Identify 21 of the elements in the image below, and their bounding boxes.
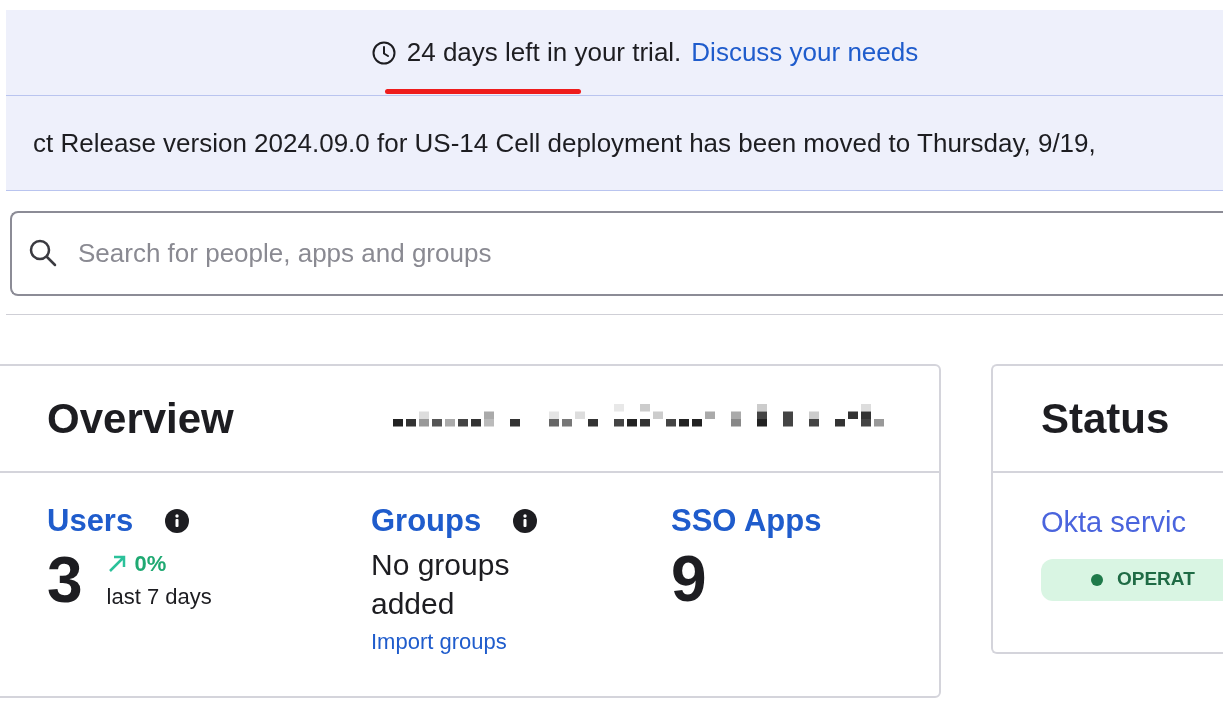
search-icon (28, 238, 58, 268)
trend-caption: last 7 days (106, 583, 212, 611)
empty-message: No groups added (371, 547, 511, 622)
service-link[interactable]: Okta servic (1041, 501, 1223, 545)
metric-link[interactable]: Groups (371, 497, 482, 545)
announcement-text: ct Release version 2024.09.0 for US-14 Cell deployment has been moved to Thursday, 9/19, (33, 126, 1096, 160)
status-text: OPERAT (1117, 567, 1195, 592)
metric-value: 3 (47, 548, 83, 612)
metric-link[interactable]: Users (47, 497, 134, 545)
info-icon[interactable] (513, 509, 538, 533)
search-field[interactable]: Search for people, apps and groups (10, 211, 1223, 296)
info-icon[interactable] (165, 509, 190, 533)
metric-link[interactable]: SSO Apps (671, 497, 822, 545)
trial-text: 24 days left in your trial. (406, 36, 682, 69)
clock-icon (370, 39, 397, 66)
discuss-needs-link[interactable]: Discuss your needs (691, 33, 919, 72)
overview-title: Overview (47, 394, 234, 444)
import-groups-link[interactable]: Import groups (371, 625, 507, 658)
status-title: Status (1041, 394, 1170, 444)
trend-percent: 0% (134, 550, 167, 578)
metric-value: 9 (671, 547, 707, 611)
